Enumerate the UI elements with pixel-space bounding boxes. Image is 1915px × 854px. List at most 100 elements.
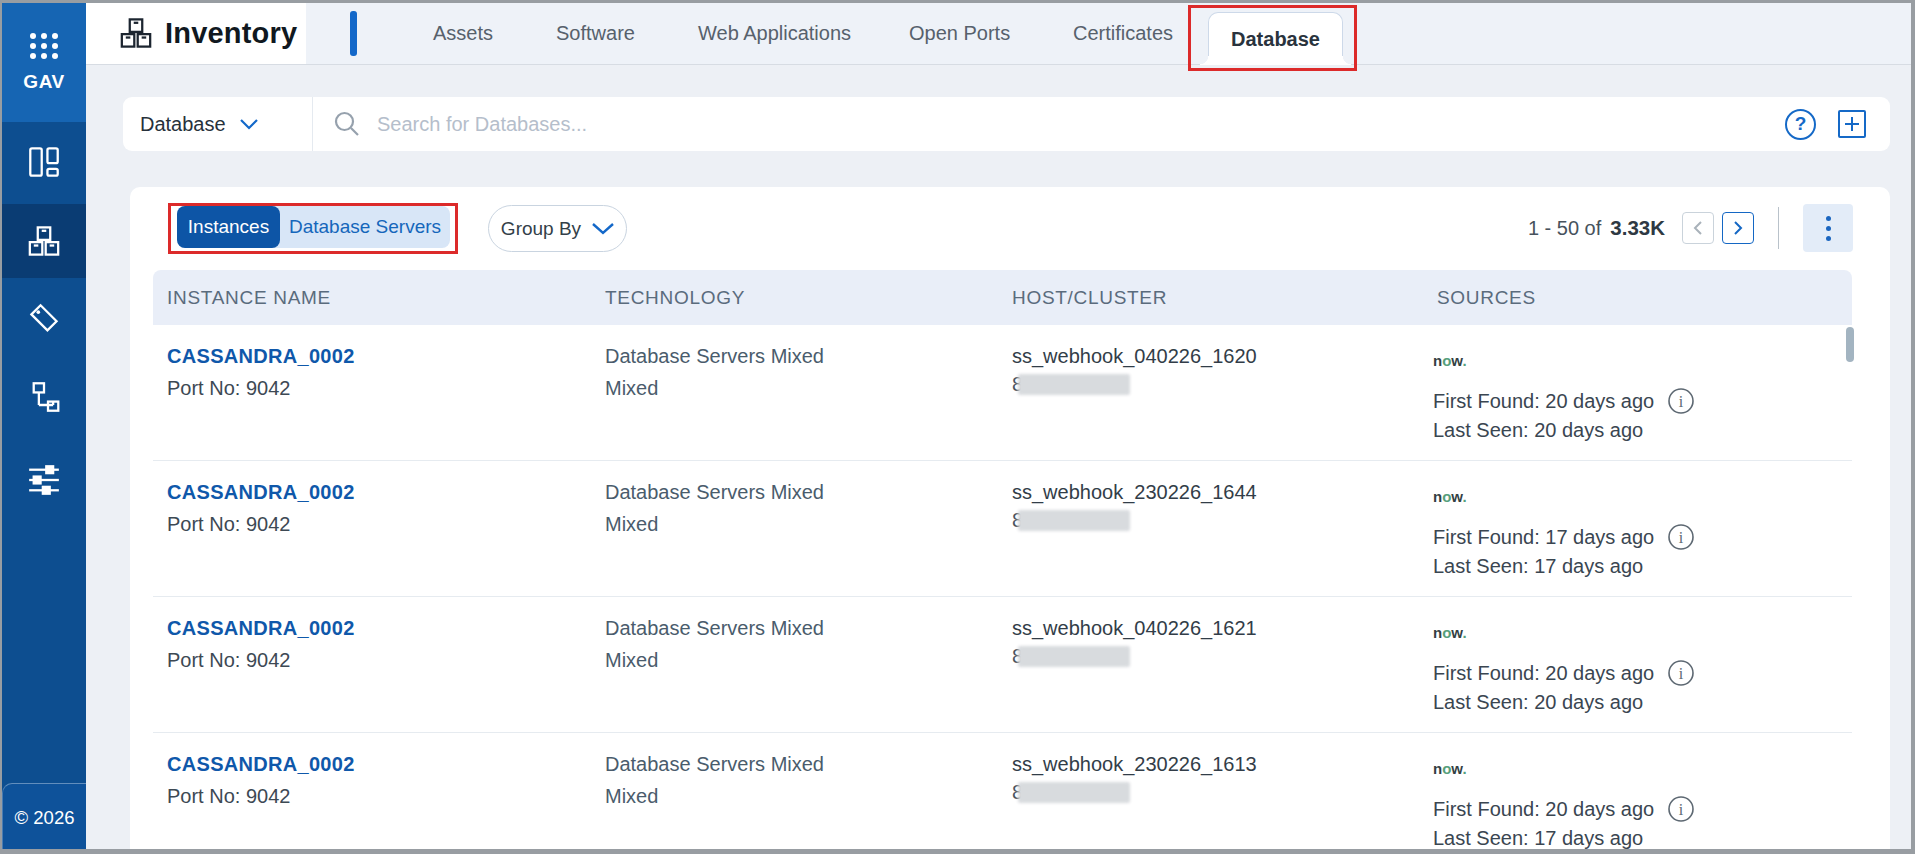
svg-text:i: i <box>1679 393 1684 410</box>
pagination-range: 1 - 50 of <box>1528 217 1601 240</box>
sidebar-item-inventory[interactable] <box>2 204 86 278</box>
next-page-button[interactable] <box>1722 212 1754 244</box>
group-by-button[interactable]: Group By <box>488 205 627 252</box>
redaction-blur <box>1018 782 1130 803</box>
host-redacted: 8 <box>1012 509 1130 532</box>
table-row: CASSANDRA_0002 Port No: 9042 Database Se… <box>153 461 1852 597</box>
last-seen: Last Seen: 17 days ago <box>1433 555 1643 578</box>
host-redacted: 8 <box>1012 645 1130 668</box>
tab-certificates[interactable]: Certificates <box>1073 2 1173 64</box>
host-redacted: 8 <box>1012 781 1130 804</box>
content-card: Instances Database Servers Group By 1 - … <box>130 187 1890 854</box>
tab-assets[interactable]: Assets <box>433 2 493 64</box>
col-technology[interactable]: TECHNOLOGY <box>605 270 745 325</box>
info-icon[interactable]: i <box>1667 795 1695 823</box>
first-found: First Found: 20 days ago i <box>1433 659 1695 687</box>
last-seen: Last Seen: 20 days ago <box>1433 419 1643 442</box>
svg-text:i: i <box>1679 801 1684 818</box>
sidebar-item-tags[interactable] <box>2 282 86 356</box>
instance-name-link[interactable]: CASSANDRA_0002 <box>167 617 355 640</box>
table-row: CASSANDRA_0002 Port No: 9042 Database Se… <box>153 597 1852 733</box>
servicenow-logo: now. <box>1433 760 1467 777</box>
first-found: First Found: 20 days ago i <box>1433 387 1695 415</box>
annotation-rectangle-view-toggle <box>168 203 458 254</box>
info-icon[interactable]: i <box>1667 523 1695 551</box>
chevron-down-icon <box>240 119 258 130</box>
servicenow-logo: now. <box>1433 488 1467 505</box>
app-launcher[interactable]: GAV <box>2 2 86 122</box>
technology-line2: Mixed <box>605 377 658 400</box>
sidebar-item-dashboard[interactable] <box>2 125 86 199</box>
prev-page-button[interactable] <box>1682 212 1714 244</box>
servicenow-logo: now. <box>1433 624 1467 641</box>
table-body: CASSANDRA_0002 Port No: 9042 Database Se… <box>153 325 1852 854</box>
instance-port: Port No: 9042 <box>167 513 290 536</box>
vertical-scrollbar[interactable] <box>1846 327 1854 362</box>
group-by-label: Group By <box>501 218 581 240</box>
tab-scroll-indicator <box>350 11 357 56</box>
host-redacted: 8 <box>1012 373 1130 396</box>
technology: Database Servers Mixed <box>605 481 824 504</box>
tab-web-applications[interactable]: Web Applications <box>698 2 851 64</box>
page-title: Inventory <box>165 17 297 50</box>
technology: Database Servers Mixed <box>605 753 824 776</box>
redaction-blur <box>1018 510 1130 531</box>
instance-name-link[interactable]: CASSANDRA_0002 <box>167 345 355 368</box>
last-seen: Last Seen: 20 days ago <box>1433 691 1643 714</box>
technology: Database Servers Mixed <box>605 617 824 640</box>
app-label: GAV <box>23 71 64 93</box>
technology-line2: Mixed <box>605 649 658 672</box>
divider <box>1778 207 1779 249</box>
instance-name-link[interactable]: CASSANDRA_0002 <box>167 481 355 504</box>
sidebar-item-settings[interactable] <box>2 443 86 517</box>
hierarchy-icon <box>28 381 60 413</box>
host-cluster: ss_webhook_230226_1613 <box>1012 753 1257 776</box>
table-header: INSTANCE NAME TECHNOLOGY HOST/CLUSTER SO… <box>153 270 1852 325</box>
col-instance-name[interactable]: INSTANCE NAME <box>167 270 331 325</box>
technology-line2: Mixed <box>605 513 658 536</box>
pagination: 1 - 50 of 3.33K <box>1528 204 1853 252</box>
table-row: CASSANDRA_0002 Port No: 9042 Database Se… <box>153 325 1852 461</box>
topbar: Inventory Assets Software Web Applicatio… <box>86 2 1911 65</box>
annotation-rectangle-database-tab <box>1188 5 1357 71</box>
first-found: First Found: 20 days ago i <box>1433 795 1695 823</box>
technology-line2: Mixed <box>605 785 658 808</box>
search-input[interactable]: Search for Databases... <box>377 97 587 151</box>
info-icon[interactable]: i <box>1667 387 1695 415</box>
host-cluster: ss_webhook_040226_1620 <box>1012 345 1257 368</box>
instance-port: Port No: 9042 <box>167 785 290 808</box>
info-icon[interactable]: i <box>1667 659 1695 687</box>
tag-icon <box>28 303 60 335</box>
sliders-icon <box>28 464 60 496</box>
chevron-down-icon <box>592 223 614 235</box>
help-icon[interactable]: ? <box>1785 109 1816 140</box>
inventory-boxes-icon <box>27 225 61 257</box>
search-scope-dropdown[interactable]: Database <box>140 97 258 151</box>
last-seen: Last Seen: 17 days ago <box>1433 827 1643 850</box>
tab-software[interactable]: Software <box>556 2 635 64</box>
technology: Database Servers Mixed <box>605 345 824 368</box>
search-icon <box>333 110 360 141</box>
col-sources[interactable]: SOURCES <box>1437 270 1536 325</box>
host-cluster: ss_webhook_040226_1621 <box>1012 617 1257 640</box>
col-host-cluster[interactable]: HOST/CLUSTER <box>1012 270 1167 325</box>
app-grid-icon <box>27 31 61 61</box>
host-cluster: ss_webhook_230226_1644 <box>1012 481 1257 504</box>
more-actions-button[interactable] <box>1803 204 1853 252</box>
svg-text:i: i <box>1679 665 1684 682</box>
copyright: © 2026 <box>2 783 86 851</box>
sidebar: GAV <box>2 2 86 851</box>
sidebar-item-network[interactable] <box>2 360 86 434</box>
add-icon[interactable] <box>1838 110 1866 138</box>
redaction-blur <box>1018 646 1130 667</box>
search-bar: Database Search for Databases... ? <box>123 97 1890 151</box>
instance-port: Port No: 9042 <box>167 649 290 672</box>
table-row: CASSANDRA_0002 Port No: 9042 Database Se… <box>153 733 1852 854</box>
instance-name-link[interactable]: CASSANDRA_0002 <box>167 753 355 776</box>
dashboard-icon <box>28 146 60 178</box>
tab-open-ports[interactable]: Open Ports <box>909 2 1010 64</box>
redaction-blur <box>1018 374 1130 395</box>
svg-text:i: i <box>1679 529 1684 546</box>
divider <box>312 97 313 151</box>
instance-port: Port No: 9042 <box>167 377 290 400</box>
